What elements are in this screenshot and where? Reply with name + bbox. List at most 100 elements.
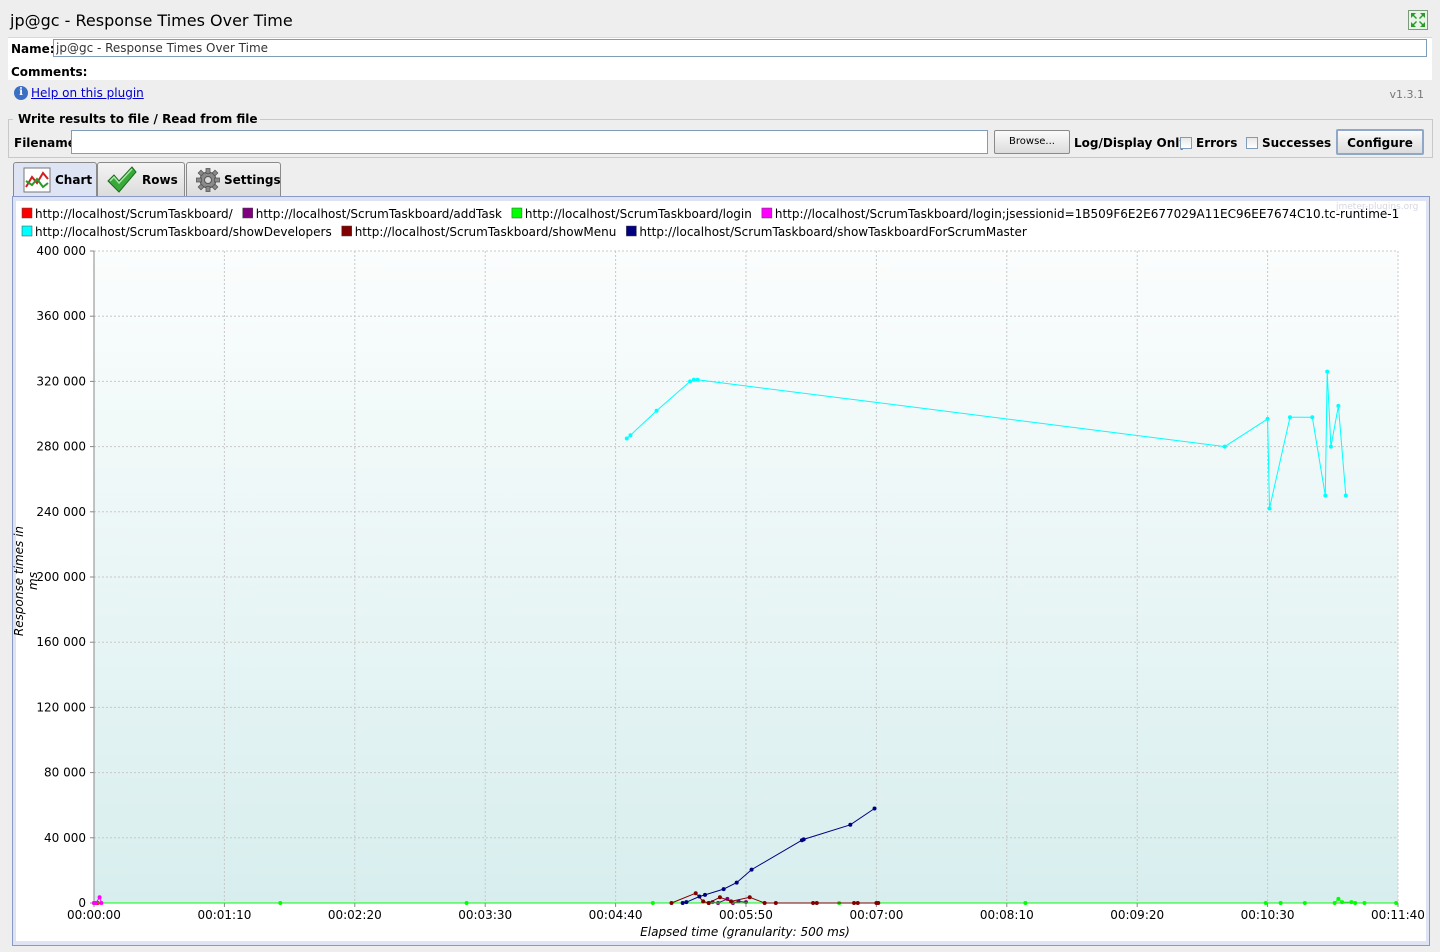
data-point [852, 901, 857, 905]
legend-label: http://localhost/ScrumTaskboard/showTask… [639, 225, 1027, 239]
window-title: jp@gc - Response Times Over Time [10, 11, 293, 30]
data-point [1362, 901, 1367, 905]
tab-chart-label: Chart [55, 173, 93, 187]
data-point [717, 895, 722, 900]
data-point [278, 901, 283, 905]
comments-row [8, 60, 1432, 80]
data-point [1336, 403, 1341, 408]
expand-icon[interactable] [1408, 10, 1428, 30]
data-point [872, 806, 877, 811]
tab-rows-label: Rows [142, 173, 178, 187]
data-point [1353, 901, 1358, 905]
configure-button[interactable]: Configure [1336, 129, 1424, 155]
data-point [684, 900, 689, 905]
data-point [650, 901, 655, 905]
info-icon: i [14, 86, 28, 100]
data-point [811, 901, 816, 905]
data-point [1222, 444, 1227, 449]
data-point [695, 377, 700, 382]
data-point [1287, 415, 1292, 420]
y-tick-label: 120 000 [36, 700, 86, 714]
data-point [734, 880, 739, 885]
data-point [97, 895, 102, 900]
data-point [1349, 900, 1354, 905]
y-tick-label: 320 000 [36, 374, 86, 388]
help-link[interactable]: Help on this plugin [31, 86, 144, 100]
tab-chart[interactable]: Chart [13, 162, 97, 197]
watermark: jmeter-plugins.org [1336, 202, 1419, 212]
data-point [729, 899, 734, 904]
data-point [691, 377, 696, 382]
x-tick-label: 00:11:40 [1371, 908, 1425, 922]
data-point [814, 901, 819, 905]
data-point [855, 901, 860, 905]
data-point [1340, 900, 1345, 905]
y-tick-label: 80 000 [44, 766, 86, 780]
legend-swatch [511, 207, 523, 219]
x-tick-label: 00:10:30 [1241, 908, 1295, 922]
checkmark-icon [107, 166, 137, 193]
data-point [464, 901, 469, 905]
data-point [688, 379, 693, 384]
data-point [1394, 901, 1399, 905]
tab-settings-label: Settings [224, 173, 281, 187]
data-point [1325, 369, 1330, 374]
data-point [744, 900, 748, 905]
y-tick-label: 280 000 [36, 440, 86, 454]
data-point [701, 899, 706, 904]
data-point [1263, 901, 1268, 905]
data-point [624, 436, 629, 441]
successes-label: Successes [1262, 136, 1332, 150]
filename-label: Filename [14, 136, 76, 150]
legend-label: http://localhost/ScrumTaskboard/login [525, 207, 752, 221]
legend-swatch [626, 225, 637, 237]
file-group-title: Write results to file / Read from file [16, 112, 260, 126]
data-point [628, 433, 633, 438]
data-point [773, 901, 778, 905]
data-point [1302, 901, 1307, 905]
browse-button[interactable]: Browse... [994, 130, 1070, 154]
version-label: v1.3.1 [1389, 88, 1425, 101]
data-point [1265, 416, 1270, 421]
x-tick-label: 00:09:20 [1110, 908, 1164, 922]
tab-rows[interactable]: Rows [97, 162, 185, 196]
legend-label: http://localhost/ScrumTaskboard/showMenu [355, 225, 617, 239]
name-label: Name: [11, 42, 55, 56]
x-tick-label: 00:05:50 [719, 908, 773, 922]
data-point [680, 901, 685, 905]
data-point [1323, 493, 1328, 498]
x-tick-label: 00:00:00 [67, 908, 121, 922]
legend-swatch [761, 207, 773, 219]
y-tick-label: 400 000 [36, 244, 86, 258]
y-tick-label: 200 000 [36, 570, 86, 584]
file-group-border [8, 119, 13, 120]
filename-input[interactable] [71, 130, 988, 154]
response-times-chart[interactable]: http://localhost/ScrumTaskboard/http://l… [16, 201, 1426, 941]
x-tick-label: 00:01:10 [197, 908, 251, 922]
data-point [801, 837, 806, 842]
x-tick-label: 00:02:20 [328, 908, 382, 922]
data-point [1267, 506, 1272, 511]
data-point [1310, 415, 1315, 420]
legend-label: http://localhost/ScrumTaskboard/showDeve… [35, 225, 332, 239]
data-point [1332, 901, 1337, 905]
data-point [669, 901, 674, 905]
data-point [1336, 896, 1341, 901]
data-point [1328, 444, 1333, 449]
log-display-label: Log/Display Only: [1074, 136, 1192, 150]
tab-settings[interactable]: Settings [186, 162, 281, 196]
x-tick-label: 00:07:00 [849, 908, 903, 922]
data-point [721, 887, 726, 892]
data-point [697, 894, 702, 899]
data-point [762, 901, 767, 905]
data-point [747, 895, 752, 900]
data-point [848, 822, 853, 827]
successes-checkbox[interactable] [1246, 137, 1258, 149]
errors-label: Errors [1196, 136, 1238, 150]
name-input[interactable] [53, 39, 1427, 57]
y-tick-label: 360 000 [36, 309, 86, 323]
data-point [876, 901, 881, 905]
chart-icon [23, 167, 51, 193]
y-tick-label: 240 000 [36, 505, 86, 519]
errors-checkbox[interactable] [1180, 137, 1192, 149]
